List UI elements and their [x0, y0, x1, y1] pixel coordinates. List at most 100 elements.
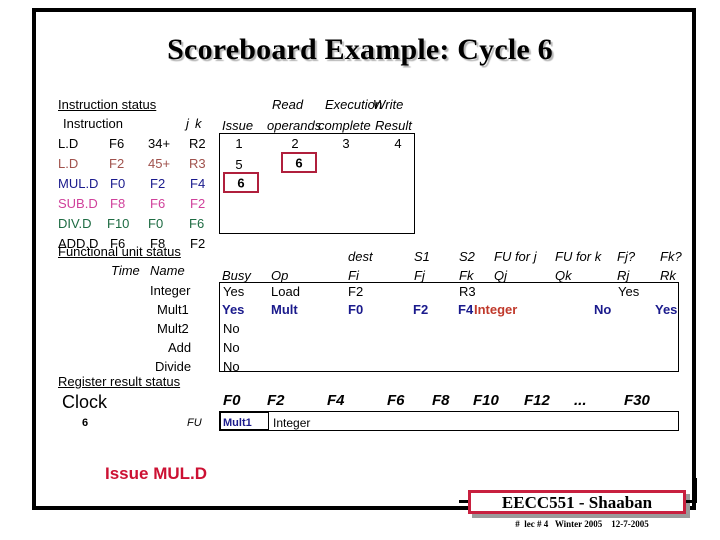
instr-row-j-3: F6: [150, 196, 166, 211]
page-title: Scoreboard Example: Cycle 6: [167, 33, 553, 66]
fu-hdr-qk: Qk: [555, 268, 572, 283]
fu-hdr-fufork: FU for k: [555, 249, 602, 264]
highlight-issue-value: 6: [237, 175, 245, 190]
reg-hdr-6: F12: [524, 392, 550, 409]
fu-fi-1: F0: [348, 302, 364, 317]
fu-rk-0: Yes: [618, 284, 640, 299]
reg-hdr-8: F30: [624, 392, 650, 409]
reg-hdr-2: F4: [327, 392, 345, 409]
fu-hdr-fkq: Fk?: [660, 249, 682, 264]
instr-row-op-3: SUB.D: [58, 196, 98, 211]
clock-label: Clock: [62, 392, 108, 412]
fu-busy-3: No: [223, 340, 240, 355]
fu-hdr-op: Op: [271, 268, 289, 283]
cell-write-0: 4: [394, 136, 402, 151]
fu-name-0: Integer: [150, 283, 191, 298]
instr-row-j-2: F2: [150, 176, 166, 191]
fu-row-label: FU: [187, 417, 202, 429]
clock-value: 6: [82, 417, 89, 429]
hdr-read-top: Read: [272, 97, 304, 112]
hdr-complete: complete: [318, 118, 371, 133]
instr-row-j-0: 34+: [148, 136, 171, 151]
hdr-result: Result: [375, 118, 412, 133]
fu-rj-1: No: [594, 302, 612, 317]
cell-issue-1: 5: [235, 157, 243, 172]
fu-hdr-fk: Fk: [459, 268, 474, 283]
fu-col-time: Time: [111, 263, 140, 278]
fu-hdr-fjq: Fj?: [617, 249, 636, 264]
instr-row-dest-3: F8: [110, 196, 126, 211]
cell-read-0: 2: [291, 136, 299, 151]
fu-name-2: Mult2: [157, 321, 189, 336]
register-result-status-label: Register result status: [58, 374, 181, 389]
instr-row-op-1: L.D: [58, 156, 79, 171]
fu-fi-0: F2: [348, 284, 364, 299]
instr-row-k-0: R2: [189, 136, 206, 151]
reg-hdr-3: F6: [387, 392, 405, 409]
instr-row-j-4: F0: [148, 216, 164, 231]
fu-qk-1: Integer: [474, 302, 518, 317]
fu-fj-1: F2: [413, 302, 429, 317]
fu-hdr-fj: Fj: [414, 268, 425, 283]
reg-hdr-4: F8: [432, 392, 450, 409]
highlight-read-value: 6: [295, 155, 303, 170]
fu-op-0: Load: [271, 284, 300, 299]
fu-name-3: Add: [168, 340, 192, 355]
instr-row-op-2: MUL.D: [58, 176, 99, 191]
hdr-issue: Issue: [222, 118, 254, 133]
instr-row-dest-2: F0: [110, 176, 126, 191]
fu-busy-0: Yes: [223, 284, 245, 299]
fu-status-label: Functional unit status: [58, 244, 181, 259]
fu-name-4: Divide: [155, 359, 192, 374]
col-header-j: j: [186, 116, 189, 131]
fu-hdr-rk: Rk: [660, 268, 676, 283]
fu-busy-2: No: [223, 321, 240, 336]
instr-row-k-4: F6: [189, 216, 205, 231]
instr-row-op-0: L.D: [58, 136, 79, 151]
instr-row-k-1: R3: [189, 156, 206, 171]
fu-hdr-qj: Qj: [494, 268, 507, 283]
reg-hdr-5: F10: [473, 392, 499, 409]
reg-hdr-0: F0: [223, 392, 241, 409]
fu-hdr-s2: S2: [459, 249, 475, 264]
slide-canvas: Scoreboard Example: Cycle 6 Instruction …: [0, 0, 720, 540]
fu-hdr-busy: Busy: [222, 268, 251, 283]
signature-text: EECC551 - Shaaban: [468, 490, 686, 514]
reg-val-0: Mult1: [223, 417, 252, 429]
cell-issue-0: 1: [235, 136, 243, 151]
footer-note: # lec # 4 Winter 2005 12-7-2005: [515, 519, 649, 529]
fu-fk-0: R3: [459, 284, 476, 299]
fu-hdr-fi: Fi: [348, 268, 359, 283]
instr-row-dest-4: F10: [107, 216, 130, 231]
highlight-read-operands-cycle6: 6: [281, 152, 317, 173]
fu-fk-1: F4: [458, 302, 474, 317]
instr-row-k-3: F2: [190, 196, 206, 211]
instr-row-op-4: DIV.D: [58, 216, 92, 231]
reg-val-1: Integer: [273, 416, 311, 430]
fu-hdr-fuforj: FU for j: [494, 249, 537, 264]
signature-corner-tick: [694, 478, 697, 503]
reg-hdr-1: F2: [267, 392, 285, 409]
cell-exec-0: 3: [342, 136, 350, 151]
col-header-k: k: [195, 116, 202, 131]
instr-row-dest-0: F6: [109, 136, 125, 151]
fu-rk-1: Yes: [655, 302, 678, 317]
fu-hdr-rj: Rj: [617, 268, 630, 283]
fu-name-1: Mult1: [157, 302, 189, 317]
fu-busy-1: Yes: [222, 302, 245, 317]
instr-row-k-2: F4: [190, 176, 206, 191]
instr-row-k-5: F2: [190, 236, 206, 251]
hdr-write-top: Write: [373, 97, 404, 112]
fu-hdr-s1: S1: [414, 249, 430, 264]
footer-signature-block: EECC551 - Shaaban: [459, 478, 697, 518]
fu-hdr-dest: dest: [348, 249, 373, 264]
highlight-issue-cycle6: 6: [223, 172, 259, 193]
hdr-operands: operands: [267, 118, 322, 133]
instr-row-j-1: 45+: [148, 156, 171, 171]
fu-col-name: Name: [150, 263, 185, 278]
col-header-instruction: Instruction: [63, 116, 123, 131]
instr-row-dest-1: F2: [109, 156, 125, 171]
slide-caption: Issue MUL.D: [105, 464, 208, 483]
reg-hdr-7: ...: [574, 392, 587, 409]
fu-busy-4: No: [223, 359, 240, 374]
